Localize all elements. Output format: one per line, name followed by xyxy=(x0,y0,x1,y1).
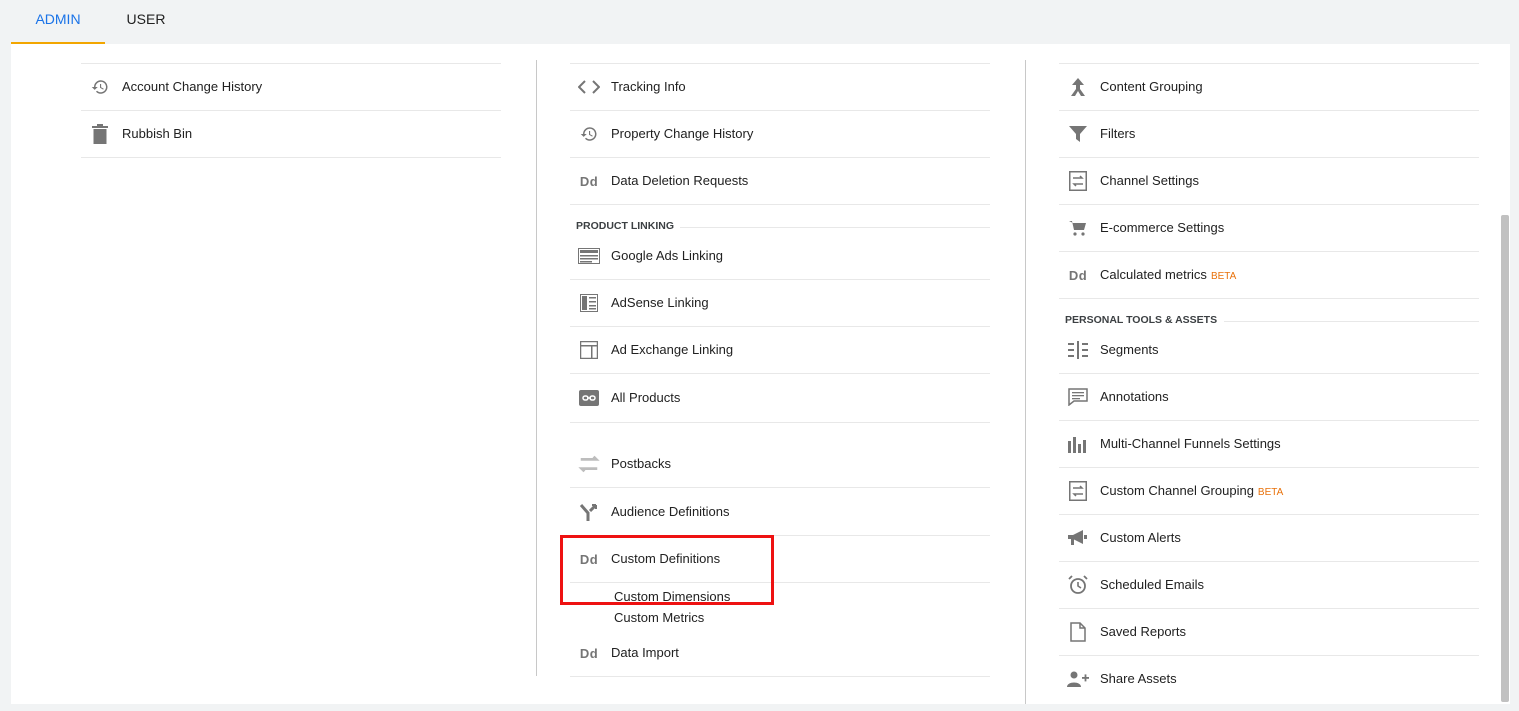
custom-metrics-link[interactable]: Custom Metrics xyxy=(614,610,704,625)
dd-icon: Dd xyxy=(579,173,599,189)
item-label: Calculated metrics BETA xyxy=(1100,267,1237,282)
item-label: Scheduled Emails xyxy=(1100,577,1205,592)
audience-icon xyxy=(578,502,600,522)
code-icon xyxy=(578,77,600,97)
filters-item[interactable]: Filters xyxy=(1059,111,1479,158)
scrollbar[interactable] xyxy=(1501,215,1509,702)
postbacks-item[interactable]: Postbacks xyxy=(570,441,990,488)
ecommerce-settings-item[interactable]: E-commerce Settings xyxy=(1059,205,1479,252)
google-ads-icon xyxy=(578,246,600,266)
item-label: All Products xyxy=(611,390,681,405)
data-deletion-requests-item[interactable]: Dd Data Deletion Requests xyxy=(570,158,990,205)
tab-user[interactable]: USER xyxy=(105,0,187,44)
item-label: Account Change History xyxy=(122,79,263,94)
item-label: Ad Exchange Linking xyxy=(611,342,734,357)
calculated-metrics-item[interactable]: Dd Calculated metrics BETA xyxy=(1059,252,1479,299)
scheduled-emails-item[interactable]: Scheduled Emails xyxy=(1059,562,1479,609)
property-change-history-item[interactable]: Property Change History xyxy=(570,111,990,158)
column-divider xyxy=(536,60,537,676)
account-menu: Account Change History Rubbish Bin xyxy=(81,63,501,159)
item-label: Annotations xyxy=(1100,389,1169,404)
item-label: AdSense Linking xyxy=(611,295,709,310)
item-label: Data Import xyxy=(611,645,679,660)
comment-icon xyxy=(1067,387,1089,407)
item-label: Saved Reports xyxy=(1100,624,1186,639)
account-change-history-item[interactable]: Account Change History xyxy=(81,64,501,111)
all-products-item[interactable]: All Products xyxy=(570,374,990,423)
item-label: Share Assets xyxy=(1100,671,1177,686)
rubbish-bin-item[interactable]: Rubbish Bin xyxy=(81,111,501,158)
item-label: Rubbish Bin xyxy=(122,126,193,141)
item-label: Postbacks xyxy=(611,456,671,471)
cart-icon xyxy=(1067,218,1089,238)
google-ads-linking-item[interactable]: Google Ads Linking xyxy=(570,233,990,280)
adsense-icon xyxy=(578,293,600,313)
highlight-box xyxy=(560,535,774,605)
item-label: Google Ads Linking xyxy=(611,248,724,263)
mcf-settings-item[interactable]: Multi-Channel Funnels Settings xyxy=(1059,421,1479,468)
item-label: Data Deletion Requests xyxy=(611,173,749,188)
content-grouping-item[interactable]: Content Grouping xyxy=(1059,64,1479,111)
segments-icon xyxy=(1067,340,1089,360)
item-label: Custom Channel Grouping BETA xyxy=(1100,483,1284,498)
megaphone-icon xyxy=(1067,528,1089,548)
channel-settings-item[interactable]: Channel Settings xyxy=(1059,158,1479,205)
custom-channel-grouping-item[interactable]: Custom Channel Grouping BETA xyxy=(1059,468,1479,515)
filter-icon xyxy=(1067,124,1089,144)
dd-icon: Dd xyxy=(1068,267,1088,283)
item-label: Tracking Info xyxy=(611,79,686,94)
share-assets-item[interactable]: Share Assets xyxy=(1059,656,1479,702)
channel-grouping-icon xyxy=(1067,481,1089,501)
section-heading-text: PERSONAL TOOLS & ASSETS xyxy=(1065,314,1218,326)
saved-reports-item[interactable]: Saved Reports xyxy=(1059,609,1479,656)
bar-chart-icon xyxy=(1067,434,1089,454)
item-label: Content Grouping xyxy=(1100,79,1203,94)
item-label: Property Change History xyxy=(611,126,754,141)
annotations-item[interactable]: Annotations xyxy=(1059,374,1479,421)
adsense-linking-item[interactable]: AdSense Linking xyxy=(570,280,990,327)
content-grouping-icon xyxy=(1067,77,1089,97)
beta-badge: BETA xyxy=(1210,271,1237,282)
ad-exchange-linking-item[interactable]: Ad Exchange Linking xyxy=(570,327,990,374)
section-heading-text: PRODUCT LINKING xyxy=(576,220,674,232)
item-label: Filters xyxy=(1100,126,1136,141)
item-label: Multi-Channel Funnels Settings xyxy=(1100,436,1281,451)
dd-icon: Dd xyxy=(579,645,599,661)
item-label: Audience Definitions xyxy=(611,504,730,519)
item-label: Segments xyxy=(1100,342,1159,357)
link-icon xyxy=(578,388,600,408)
history-icon xyxy=(578,124,600,144)
item-label: Custom Alerts xyxy=(1100,530,1181,545)
channel-settings-icon xyxy=(1067,171,1089,191)
column-divider xyxy=(1025,60,1026,704)
postbacks-icon xyxy=(578,454,600,474)
document-icon xyxy=(1067,622,1089,642)
beta-badge: BETA xyxy=(1257,487,1284,498)
custom-alerts-item[interactable]: Custom Alerts xyxy=(1059,515,1479,562)
segments-item[interactable]: Segments xyxy=(1059,327,1479,374)
tracking-info-item[interactable]: Tracking Info xyxy=(570,64,990,111)
history-icon xyxy=(89,77,111,97)
trash-icon xyxy=(89,124,111,144)
item-label: E-commerce Settings xyxy=(1100,220,1225,235)
audience-definitions-item[interactable]: Audience Definitions xyxy=(570,489,990,536)
ad-exchange-icon xyxy=(578,340,600,360)
item-label: Channel Settings xyxy=(1100,173,1200,188)
alarm-clock-icon xyxy=(1067,575,1089,595)
data-import-item[interactable]: Dd Data Import xyxy=(570,630,990,677)
view-menu: Content Grouping Filters Channel Setting… xyxy=(1059,63,1479,703)
add-person-icon xyxy=(1067,669,1089,689)
tab-admin[interactable]: ADMIN xyxy=(11,0,105,44)
